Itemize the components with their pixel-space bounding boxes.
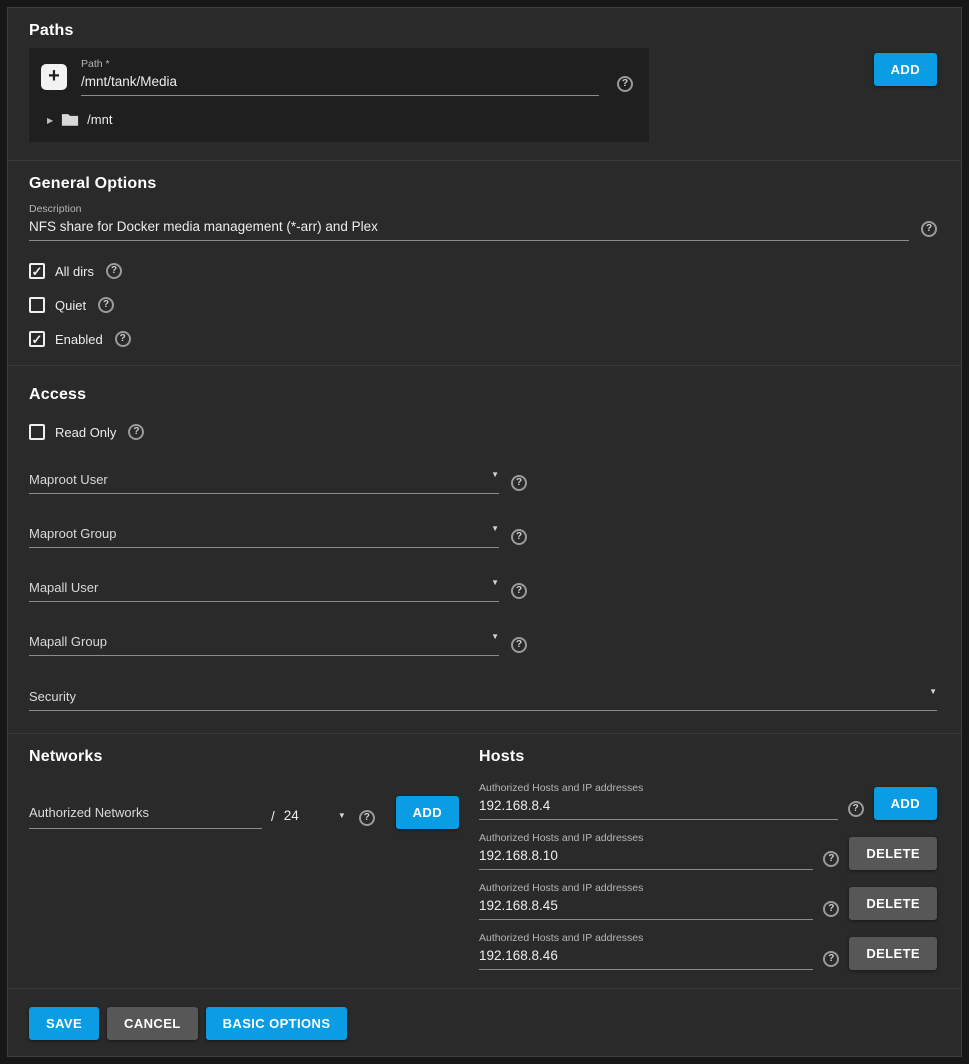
maproot-user-select[interactable]: Maproot User [29,469,499,494]
host-input[interactable]: 192.168.8.45 [479,898,813,920]
tree-node-label[interactable]: /mnt [87,112,112,127]
paths-title: Paths [29,22,937,40]
read-only-help-icon[interactable] [128,424,144,440]
host-row: Authorized Hosts and IP addresses 192.16… [479,782,937,820]
folder-icon [61,112,79,127]
host-row: Authorized Hosts and IP addresses 192.16… [479,832,937,870]
authorized-networks-input[interactable]: Authorized Networks [29,804,262,829]
enabled-help-icon[interactable] [115,331,131,347]
quiet-row: Quiet [29,297,937,313]
description-input[interactable]: NFS share for Docker media management (*… [29,219,909,241]
quiet-label[interactable]: Quiet [55,298,86,313]
host-row: Authorized Hosts and IP addresses 192.16… [479,932,937,970]
read-only-row: Read Only [29,424,937,440]
mapall-user-help-icon[interactable] [511,583,527,599]
cancel-button[interactable]: CANCEL [107,1007,198,1040]
security-value: Security [29,689,76,704]
quiet-help-icon[interactable] [98,297,114,313]
maproot-group-value: Maproot Group [29,526,116,541]
path-explorer-panel: Path * /mnt/tank/Media /mnt [29,48,649,142]
maproot-user-help-icon[interactable] [511,475,527,491]
host-field-label: Authorized Hosts and IP addresses [479,932,813,944]
read-only-checkbox[interactable] [29,424,45,440]
networks-section: Networks Authorized Networks / 24 ADD [8,734,479,988]
mapall-user-value: Mapall User [29,580,98,595]
maproot-group-select[interactable]: Maproot Group [29,523,499,548]
basic-options-button[interactable]: BASIC OPTIONS [206,1007,348,1040]
hosts-title: Hosts [479,748,937,766]
cidr-value: 24 [284,808,299,823]
general-options-title: General Options [29,175,937,193]
expand-arrow-icon[interactable] [47,110,53,128]
delete-host-button[interactable]: DELETE [849,887,937,920]
host-field-label: Authorized Hosts and IP addresses [479,882,813,894]
host-help-icon[interactable] [823,901,839,917]
delete-host-button[interactable]: DELETE [849,837,937,870]
all-dirs-row: All dirs [29,263,937,279]
networks-title: Networks [29,748,459,766]
mapall-user-select[interactable]: Mapall User [29,577,499,602]
mapall-group-value: Mapall Group [29,634,107,649]
cidr-select[interactable]: 24 [284,808,346,829]
host-input[interactable]: 192.168.8.4 [479,798,838,820]
description-help-icon[interactable] [921,221,937,237]
security-select[interactable]: Security [29,686,937,711]
chevron-down-icon [491,626,499,644]
enabled-checkbox[interactable] [29,331,45,347]
chevron-down-icon [491,572,499,590]
host-input[interactable]: 192.168.8.46 [479,948,813,970]
all-dirs-help-icon[interactable] [106,263,122,279]
mapall-group-help-icon[interactable] [511,637,527,653]
all-dirs-checkbox[interactable] [29,263,45,279]
cidr-separator: / [271,809,275,829]
networks-help-icon[interactable] [359,810,375,826]
enabled-label[interactable]: Enabled [55,332,103,347]
access-section: Access Read Only Maproot User Maproot Gr… [8,366,961,733]
path-field-label: Path * [81,58,599,70]
enabled-row: Enabled [29,331,937,347]
maproot-user-value: Maproot User [29,472,108,487]
host-field-label: Authorized Hosts and IP addresses [479,832,813,844]
delete-host-button[interactable]: DELETE [849,937,937,970]
read-only-label[interactable]: Read Only [55,425,116,440]
chevron-down-icon [491,518,499,536]
nfs-share-form: Paths Path * /mnt/tank/Media /mnt [7,7,962,1057]
chevron-down-icon [491,464,499,482]
host-row: Authorized Hosts and IP addresses 192.16… [479,882,937,920]
quiet-checkbox[interactable] [29,297,45,313]
description-label: Description [29,203,909,215]
host-field-label: Authorized Hosts and IP addresses [479,782,838,794]
add-path-button[interactable]: ADD [874,53,937,86]
add-host-button[interactable]: ADD [874,787,937,820]
form-actions: SAVE CANCEL BASIC OPTIONS [8,989,961,1056]
path-input[interactable]: /mnt/tank/Media [81,74,599,96]
add-network-button[interactable]: ADD [396,796,459,829]
maproot-group-help-icon[interactable] [511,529,527,545]
host-input[interactable]: 192.168.8.10 [479,848,813,870]
add-folder-icon[interactable] [41,64,67,90]
host-help-icon[interactable] [823,851,839,867]
access-title: Access [29,386,937,404]
mapall-group-select[interactable]: Mapall Group [29,631,499,656]
tree-node-mnt[interactable]: /mnt [41,110,633,128]
authorized-networks-value: Authorized Networks [29,805,149,820]
hosts-section: Hosts Authorized Hosts and IP addresses … [479,734,961,988]
all-dirs-label[interactable]: All dirs [55,264,94,279]
networks-hosts-row: Networks Authorized Networks / 24 ADD Ho… [8,734,961,988]
paths-section: Paths Path * /mnt/tank/Media /mnt [8,8,961,160]
host-help-icon[interactable] [848,801,864,817]
chevron-down-icon [338,806,346,821]
save-button[interactable]: SAVE [29,1007,99,1040]
path-help-icon[interactable] [617,76,633,92]
host-help-icon[interactable] [823,951,839,967]
general-options-section: General Options Description NFS share fo… [8,161,961,365]
chevron-down-icon [929,681,937,699]
